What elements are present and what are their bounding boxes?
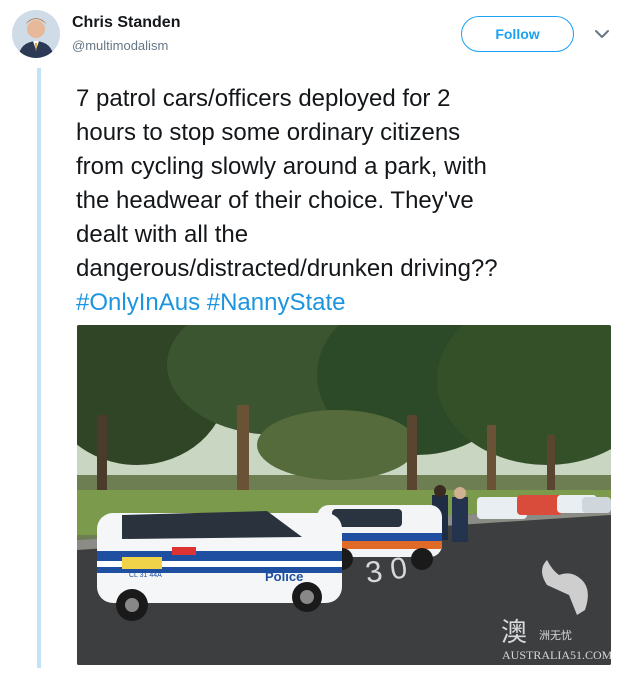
follow-button[interactable]: Follow: [461, 16, 574, 52]
watermark-char: 澳: [501, 618, 527, 648]
hashtag-link[interactable]: #NannyState: [207, 289, 346, 316]
tweet-text: 7 patrol cars/officers deployed for 2 ho…: [76, 82, 616, 320]
svg-text:3 0: 3 0: [363, 551, 409, 589]
tweet-line: the headwear of their choice. They've: [76, 187, 474, 214]
photo-scene: 3 0 Police CL 31 44A 澳 洲无忧 AUSTRALIA51.C…: [77, 325, 611, 665]
avatar[interactable]: [12, 10, 60, 58]
tweet-line: dealt with all the: [76, 221, 249, 248]
police-text: Police: [265, 569, 303, 584]
tweet-line: hours to stop some ordinary citizens: [76, 119, 461, 146]
user-avatar-icon: [12, 10, 60, 58]
tweet-photo[interactable]: 3 0 Police CL 31 44A 澳 洲无忧 AUSTRALIA51.C…: [77, 325, 611, 665]
watermark-text: AUSTRALIA51.COM: [502, 648, 611, 662]
tweet-line: 7 patrol cars/officers deployed for 2: [76, 85, 451, 112]
tweet-line: from cycling slowly around a park, with: [76, 153, 487, 180]
chevron-down-icon[interactable]: [592, 26, 612, 42]
hashtag-link[interactable]: #OnlyInAus: [76, 289, 200, 316]
watermark-sub: 洲无忧: [539, 628, 572, 642]
author-name[interactable]: Chris Standen: [72, 14, 180, 32]
thread-line: [37, 68, 41, 668]
tweet-line: dangerous/distracted/drunken driving??: [76, 255, 498, 282]
plate-text: CL 31 44A: [129, 572, 162, 579]
author-handle[interactable]: @multimodalism: [72, 38, 168, 53]
hashtag-line: #OnlyInAus #NannyState: [76, 286, 616, 320]
